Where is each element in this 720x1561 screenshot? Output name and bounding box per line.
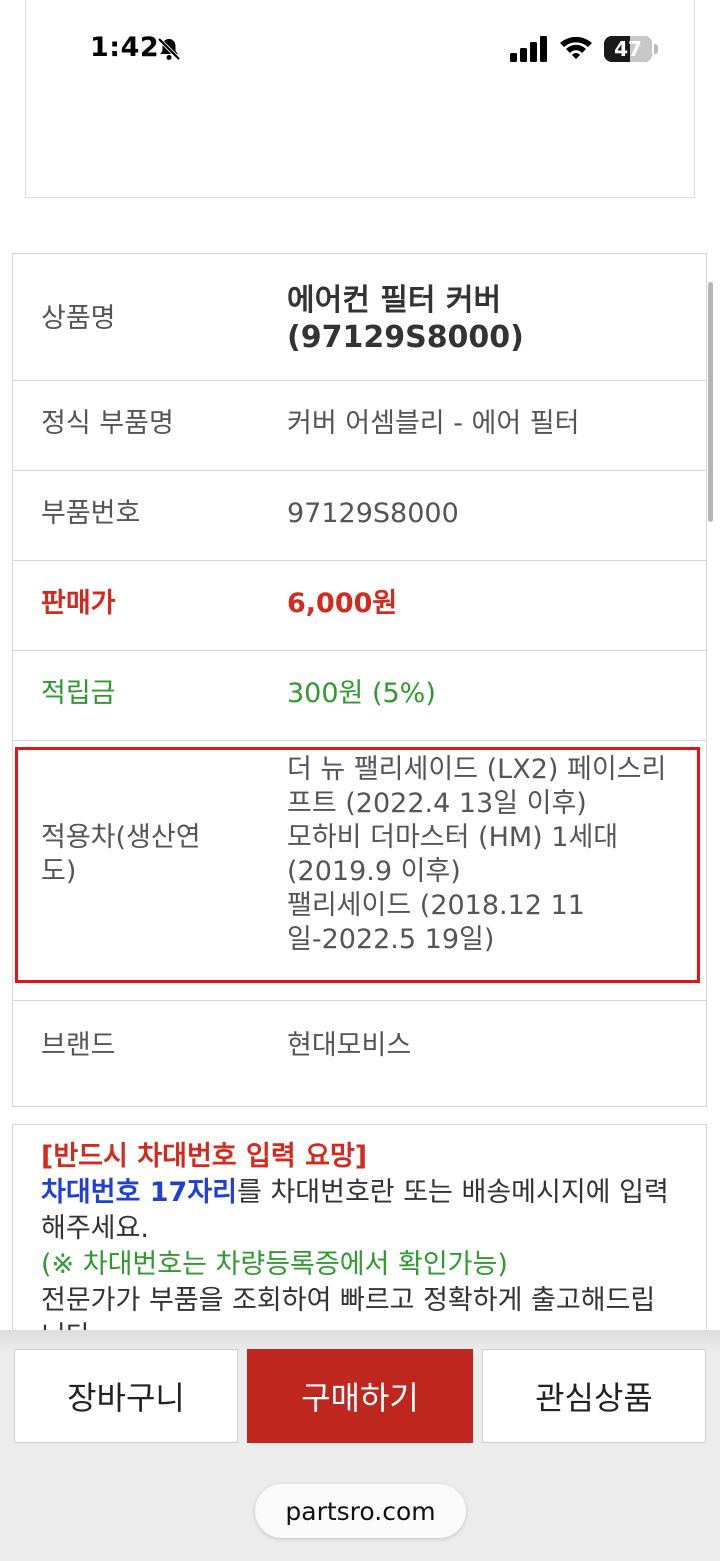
product-code-line: (97129S8000) <box>287 320 524 355</box>
fitment-line: 프트 (2022.4 13일 이후) <box>287 788 587 819</box>
standard-name-value: 커버 어셈블리 - 에어 필터 <box>287 408 580 439</box>
top-content-box <box>25 0 695 198</box>
price-label: 판매가 <box>41 588 116 619</box>
product-name-value: 에어컨 필터 커버 (97129S8000) <box>287 282 686 356</box>
vin-check-note: (※ 차대번호는 차량등록증에서 확인가능) <box>41 1249 508 1280</box>
fitment-line: 모하비 더마스터 (HM) 1세대 <box>287 822 619 853</box>
browser-url-bar[interactable]: partsro.com <box>255 1484 466 1538</box>
row-price: 판매가 6,000원 <box>13 561 706 651</box>
part-number-value: 97129S8000 <box>287 498 459 529</box>
fitment-line: 팰리세이드 (2018.12 11 <box>287 890 585 921</box>
row-points: 적립금 300원 (5%) <box>13 651 706 741</box>
vin-highlight: 차대번호 17자리 <box>41 1177 238 1208</box>
buy-button[interactable]: 구매하기 <box>247 1349 473 1443</box>
fitment-line: 더 뉴 팰리세이드 (LX2) 페이스리 <box>287 754 667 785</box>
fitment-label: 적용차(생산연도) <box>41 822 201 887</box>
fitment-value: 더 뉴 팰리세이드 (LX2) 페이스리 프트 (2022.4 13일 이후) … <box>287 753 686 957</box>
part-number-label: 부품번호 <box>41 498 141 529</box>
points-value: 300원 (5%) <box>287 678 436 709</box>
row-product-name: 상품명 에어컨 필터 커버 (97129S8000) <box>13 254 706 381</box>
product-name-label: 상품명 <box>41 303 116 334</box>
fitment-line: (2019.9 이후) <box>287 856 461 887</box>
row-standard-name: 정식 부품명 커버 어셈블리 - 에어 필터 <box>13 381 706 471</box>
product-name-line: 에어컨 필터 커버 <box>287 283 502 318</box>
scrollbar[interactable] <box>708 282 713 522</box>
row-brand: 브랜드 현대모비스 <box>13 1001 706 1106</box>
wishlist-button[interactable]: 관심상품 <box>482 1349 706 1443</box>
standard-name-label: 정식 부품명 <box>41 408 174 439</box>
brand-value: 현대모비스 <box>287 1030 412 1061</box>
fitment-line: 일-2022.5 19일) <box>287 924 495 955</box>
bottom-bar-shadow <box>0 1330 720 1350</box>
vin-instruction: 차대번호 17자리를 차대번호란 또는 배송메시지에 입력해주세요. <box>41 1175 678 1247</box>
points-label: 적립금 <box>41 678 116 709</box>
vin-warning: [반드시 차대번호 입력 요망] <box>41 1141 368 1172</box>
brand-label: 브랜드 <box>41 1030 116 1061</box>
price-value: 6,000원 <box>287 588 398 619</box>
product-info-table: 상품명 에어컨 필터 커버 (97129S8000) 정식 부품명 커버 어셈블… <box>12 253 707 1107</box>
row-part-number: 부품번호 97129S8000 <box>13 471 706 561</box>
cart-button[interactable]: 장바구니 <box>14 1349 238 1443</box>
row-fitment: 적용차(생산연도) 더 뉴 팰리세이드 (LX2) 페이스리 프트 (2022.… <box>13 741 706 1001</box>
